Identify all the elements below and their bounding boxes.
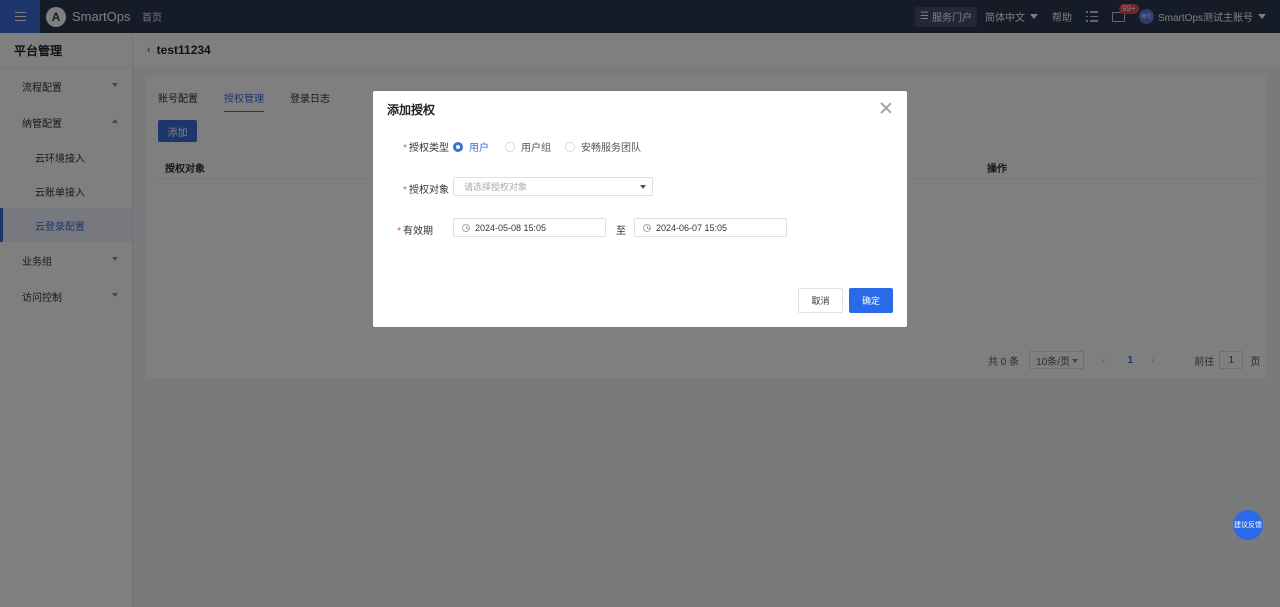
cancel-button[interactable]: 取消 bbox=[798, 288, 843, 313]
clock-icon bbox=[643, 223, 651, 232]
confirm-button[interactable]: 确定 bbox=[849, 288, 893, 313]
start-date-value: 2024-05-08 15:05 bbox=[475, 222, 547, 233]
date-range-separator: 至 bbox=[616, 226, 626, 237]
radio-checked-icon bbox=[453, 141, 463, 152]
radio-label: 用户组 bbox=[521, 143, 551, 154]
auth-target-placeholder: 请选择授权对象 bbox=[464, 182, 528, 192]
radio-label: 用户 bbox=[469, 143, 489, 154]
radio-unchecked-icon bbox=[565, 141, 575, 152]
start-date-input[interactable]: 2024-05-08 15:05 bbox=[453, 218, 606, 237]
auth-target-label-text: 授权对象 bbox=[409, 185, 449, 196]
required-mark: * bbox=[403, 143, 407, 154]
auth-type-label-text: 授权类型 bbox=[409, 143, 449, 154]
required-mark: * bbox=[403, 185, 407, 196]
add-authorization-dialog: 添加授权 * 授权类型 用户 用户组 安畅服务团队 * 授权对象 请选择授权对象 *… bbox=[373, 91, 907, 327]
radio-user[interactable]: 用户 bbox=[453, 139, 489, 154]
end-date-value: 2024-06-07 15:05 bbox=[656, 222, 728, 233]
radio-user-group[interactable]: 用户组 bbox=[505, 139, 551, 154]
auth-target-select[interactable]: 请选择授权对象 bbox=[453, 177, 653, 196]
validity-label: * 有效期 bbox=[373, 222, 433, 237]
close-icon[interactable] bbox=[879, 101, 893, 115]
end-date-input[interactable]: 2024-06-07 15:05 bbox=[634, 218, 787, 237]
radio-service-team[interactable]: 安畅服务团队 bbox=[565, 139, 641, 154]
feedback-button[interactable]: 建议反馈 bbox=[1233, 510, 1263, 540]
dialog-title: 添加授权 bbox=[387, 103, 436, 117]
validity-label-text: 有效期 bbox=[403, 226, 433, 237]
caret-down-icon bbox=[640, 185, 646, 189]
required-mark: * bbox=[397, 226, 401, 237]
radio-unchecked-icon bbox=[505, 141, 515, 152]
auth-type-label: * 授权类型 bbox=[389, 139, 449, 154]
auth-target-label: * 授权对象 bbox=[389, 181, 449, 196]
clock-icon bbox=[462, 223, 470, 232]
radio-label: 安畅服务团队 bbox=[581, 143, 641, 154]
